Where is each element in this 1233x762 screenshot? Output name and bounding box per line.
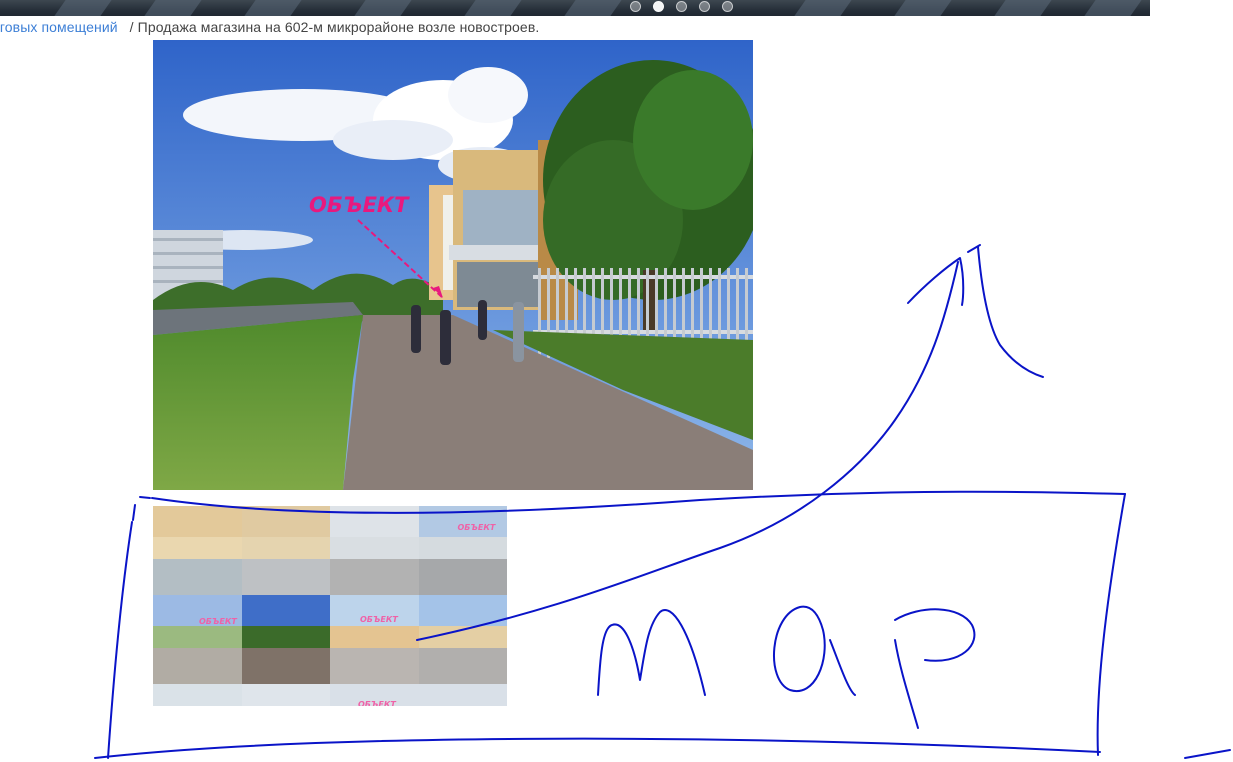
breadcrumb-link[interactable]: рговых помещений — [0, 19, 118, 35]
thumbnail-overlay — [153, 684, 242, 706]
arrow-head-left — [907, 257, 965, 306]
thumbnail[interactable]: ОБЪЕКТ — [153, 595, 242, 684]
street-scene — [153, 40, 753, 490]
thumbnail[interactable]: ОБЪЕКТ — [418, 506, 507, 595]
box-left-stroke — [107, 521, 133, 759]
slider-dot[interactable] — [722, 1, 733, 12]
thumbnail-grid: ОБЪЕКТОБЪЕКТОБЪЕКТОБЪЕКТОБЪЕКТ — [153, 506, 507, 706]
thumbnail-overlay — [242, 595, 331, 684]
thumbnail[interactable] — [418, 684, 507, 706]
breadcrumb: рговых помещений / Продажа магазина на 6… — [0, 19, 539, 35]
thumbnail[interactable]: ОБЪЕКТ — [241, 684, 330, 706]
arrow-tip — [967, 244, 981, 253]
main-property-photo[interactable]: ОБЪЕКТ — [153, 40, 753, 490]
thumbnail-overlay — [241, 506, 330, 595]
thumbnail[interactable]: ОБЪЕКТ — [330, 595, 419, 684]
breadcrumb-separator: / — [129, 19, 134, 35]
header-banner — [0, 0, 1150, 16]
breadcrumb-current: Продажа магазина на 602-м микрорайоне во… — [137, 19, 540, 35]
letter-p-bowl — [894, 608, 976, 662]
thumbnail-overlay — [418, 595, 507, 684]
thumbnail[interactable] — [241, 595, 331, 684]
thumbnail[interactable] — [153, 684, 242, 706]
thumbnail[interactable] — [241, 506, 330, 595]
thumbnail-overlay — [241, 684, 330, 706]
thumbnail-overlay — [418, 506, 507, 595]
thumbnail[interactable] — [330, 506, 419, 595]
thumbnail[interactable] — [153, 506, 242, 595]
box-right-stroke — [1096, 493, 1126, 756]
arrow-head-right — [977, 246, 1044, 378]
thumbnail[interactable]: ОБЪЕКТ — [330, 684, 419, 706]
letter-o-tail — [829, 639, 856, 696]
box-corner-tick — [139, 496, 151, 499]
letter-p-stem — [894, 639, 919, 729]
slider-dot[interactable] — [699, 1, 710, 12]
box-left-tick — [132, 504, 136, 521]
slider-dot[interactable] — [630, 1, 641, 12]
object-overlay-label: ОБЪЕКТ — [309, 193, 409, 217]
thumbnail-overlay — [330, 684, 419, 706]
slider-dot-active[interactable] — [653, 1, 664, 12]
thumbnail[interactable] — [418, 595, 507, 684]
stray-stroke — [1184, 749, 1231, 759]
thumbnail-overlay — [330, 506, 419, 595]
thumbnail-overlay — [330, 595, 419, 684]
slider-dot[interactable] — [676, 1, 687, 12]
letter-o — [773, 605, 826, 693]
slider-dots — [630, 1, 733, 12]
box-bottom-stroke — [94, 737, 1101, 759]
letter-m — [597, 609, 706, 696]
thumbnail-overlay — [153, 595, 242, 684]
thumbnail-overlay — [418, 684, 507, 706]
thumbnail-overlay — [153, 506, 242, 595]
